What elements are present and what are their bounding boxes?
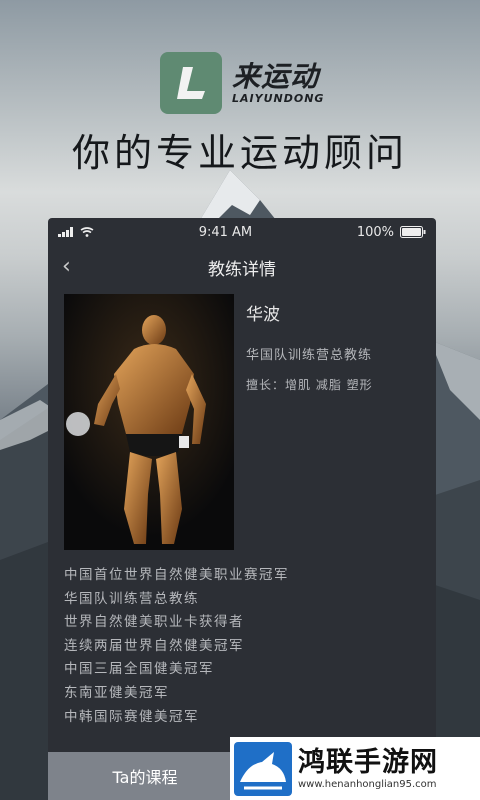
- watermark-logo-icon: [234, 741, 292, 796]
- page-title: 教练详情: [208, 259, 276, 280]
- list-item: 中国三届全国健美冠军: [64, 661, 214, 678]
- list-item: 东南亚健美冠军: [64, 684, 169, 701]
- status-bar: 9:41 AM 100%: [48, 218, 436, 246]
- watermark-name: 鸿联手游网: [298, 747, 438, 778]
- status-time: 9:41 AM: [198, 224, 253, 240]
- brand-header: 来运动 LAIYUNDONG: [160, 52, 324, 114]
- slogan: 你的专业运动顾问: [71, 131, 408, 175]
- coach-title: 华国队训练营总教练: [246, 348, 373, 363]
- tab-courses[interactable]: Ta的课程: [48, 752, 242, 800]
- nav-bar: ‹ 教练详情: [48, 246, 436, 288]
- app-logo-icon: [160, 52, 222, 114]
- coach-skills: 擅长：增肌 减脂 塑形: [246, 378, 373, 392]
- coach-photo: [64, 294, 234, 550]
- list-item: 中国首位世界自然健美职业赛冠军: [64, 567, 289, 583]
- list-item: 中韩国际赛健美冠军: [64, 708, 199, 725]
- battery-icon: [399, 226, 426, 238]
- coach-profile: 华波 华国队训练营总教练 擅长：增肌 减脂 塑形: [48, 288, 436, 550]
- list-item: 世界自然健美职业卡获得者: [64, 614, 244, 631]
- coach-name: 华波: [246, 305, 280, 325]
- wifi-icon: [80, 227, 94, 237]
- phone-mockup: 9:41 AM 100% ‹ 教练详情 华波 华国队训练营总教练 擅长：增肌 减…: [48, 218, 436, 800]
- signal-icon: [58, 227, 73, 237]
- battery-percent: 100%: [356, 224, 394, 240]
- list-item: 连续两届世界自然健美冠军: [64, 637, 244, 654]
- brand-name-cn: 来运动: [232, 59, 320, 93]
- honor-list: 中国首位世界自然健美职业赛冠军 华国队训练营总教练 世界自然健美职业卡获得者 连…: [64, 564, 289, 729]
- site-watermark: 鸿联手游网 www.henanhonglian95.com: [230, 737, 480, 800]
- watermark-url: www.henanhonglian95.com: [298, 779, 437, 790]
- list-item: 华国队训练营总教练: [64, 590, 199, 607]
- chevron-left-icon[interactable]: ‹: [62, 254, 71, 279]
- brand-name-en: LAIYUNDONG: [232, 91, 325, 105]
